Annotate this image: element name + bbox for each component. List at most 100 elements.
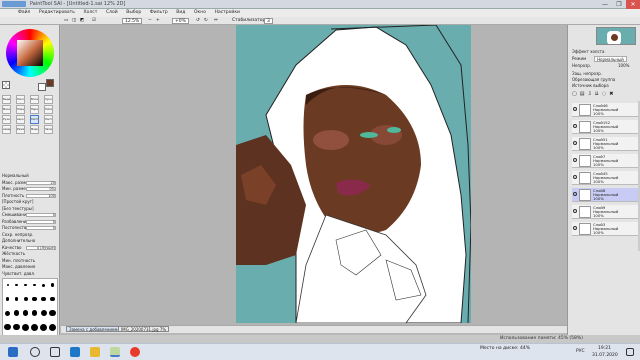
artwork[interactable] <box>236 25 471 323</box>
brush-prop-row[interactable]: Постоянство 0 <box>2 225 58 231</box>
brush-size-dot[interactable] <box>49 323 56 331</box>
minimize-button[interactable]: — <box>598 0 612 9</box>
brush-size-dot[interactable] <box>32 296 37 302</box>
stabilizer-field[interactable]: 3 <box>264 18 273 24</box>
task-view-icon[interactable] <box>50 347 60 357</box>
brush-prop-value[interactable]: 0 <box>26 213 56 217</box>
show-selection-checkbox[interactable]: ☑ <box>92 18 96 24</box>
selection-source-checkbox[interactable]: Источник выбора <box>572 83 609 89</box>
brush-prop-value[interactable]: 4 (Лучше) <box>26 245 56 250</box>
zoom-field[interactable]: 12.5% <box>122 18 143 24</box>
deselect-icon[interactable]: ◫ <box>72 18 76 24</box>
eye-icon[interactable] <box>573 158 577 162</box>
notifications-icon[interactable] <box>626 348 634 356</box>
menu-edit[interactable]: Редактировать <box>39 9 75 17</box>
primary-color-swatch[interactable] <box>46 79 54 87</box>
rotate-right-button[interactable]: ↻ <box>204 18 208 24</box>
opacity-value[interactable]: 100% <box>618 63 629 69</box>
tool-3[interactable]: Рука <box>44 95 53 104</box>
start-icon[interactable] <box>8 347 18 357</box>
brush-prop-value[interactable]: 0 <box>26 226 56 230</box>
brush-size-dot[interactable] <box>40 310 47 316</box>
tool-2[interactable]: Волш. <box>30 95 39 104</box>
eye-icon[interactable] <box>573 209 577 213</box>
tool-7[interactable]: Пипетка <box>44 105 53 114</box>
brush-size-dot[interactable] <box>24 283 27 287</box>
new-layer-icon[interactable]: ▢ <box>572 91 580 97</box>
brush-size-dot[interactable] <box>40 323 47 331</box>
menu-view[interactable]: Вид <box>176 9 185 17</box>
navigator-thumbnail[interactable] <box>596 27 636 45</box>
layer-item[interactable]: Слой51 Нормальный 100% <box>572 137 638 151</box>
brush-size-dot[interactable] <box>14 297 19 301</box>
tool-4[interactable]: Масшт. <box>2 105 11 114</box>
flip-button[interactable]: ⇔ <box>214 18 218 24</box>
brush-prop-row[interactable]: Жёсткость <box>2 251 58 257</box>
brush-prop-row[interactable]: Разбавление 0 <box>2 219 58 225</box>
saturation-value-square[interactable] <box>17 40 43 66</box>
eye-icon[interactable] <box>573 192 577 196</box>
layer-item[interactable]: Слой152 Нормальный 100% <box>572 120 638 134</box>
layer-item[interactable]: Слой9 Нормальный 100% <box>572 205 638 219</box>
eye-icon[interactable] <box>573 141 577 145</box>
maximize-button[interactable]: ❐ <box>612 0 626 9</box>
brush-size-dot[interactable] <box>50 283 55 287</box>
tool-5[interactable]: Повор. <box>16 105 25 114</box>
rotate-left-button[interactable]: ↺ <box>196 18 200 24</box>
brush-prop-row[interactable]: Нормальный <box>2 173 58 179</box>
clock-time[interactable]: 19:21 <box>598 345 611 352</box>
brush-size-dot[interactable] <box>50 296 55 302</box>
layer-item[interactable]: Слой7 Нормальный 100% <box>572 154 638 168</box>
canvas-tab-2[interactable]: IMG_20200731.jpg 7% <box>118 326 170 332</box>
brush-size-dot[interactable] <box>13 310 20 316</box>
brush-size-dot[interactable] <box>6 284 9 286</box>
brush-size-dot[interactable] <box>42 283 45 287</box>
tool-0[interactable]: Выдел. <box>2 95 11 104</box>
eye-icon[interactable] <box>573 124 577 128</box>
select-icon[interactable]: ▭ <box>64 18 68 24</box>
layer-item[interactable]: Слой45 Нормальный 100% <box>572 171 638 185</box>
tool-10[interactable]: Кисть <box>30 115 39 124</box>
rotation-field[interactable]: +0% <box>172 18 189 24</box>
close-button[interactable]: ✕ <box>626 0 640 9</box>
language-indicator[interactable]: РУС <box>576 348 585 355</box>
brush-prop-row[interactable]: Плотность 100 <box>2 193 58 199</box>
sai-icon[interactable] <box>110 347 120 357</box>
eye-icon[interactable] <box>573 107 577 111</box>
menu-layer[interactable]: Слой <box>106 9 118 17</box>
transparent-swatch[interactable] <box>2 81 10 89</box>
brush-size-dot[interactable] <box>23 297 28 301</box>
brush-size-dot[interactable] <box>22 323 29 331</box>
brush-prop-value[interactable]: 0% <box>26 187 56 191</box>
brush-prop-row[interactable]: [Простой круг] <box>2 199 58 205</box>
brush-size-dot[interactable] <box>31 310 38 316</box>
search-icon[interactable] <box>30 347 40 357</box>
trash-icon[interactable]: ✖ <box>609 91 616 97</box>
brush-prop-row[interactable]: Смешивание 0 <box>2 212 58 218</box>
brush-size-dot[interactable] <box>41 296 46 302</box>
tool-8[interactable]: Ручка <box>2 115 11 124</box>
tool-14[interactable]: Маркер <box>30 125 39 134</box>
menu-canvas[interactable]: Холст <box>84 9 98 17</box>
brush-size-dot[interactable] <box>5 297 10 301</box>
tool-9[interactable]: Аэро. <box>16 115 25 124</box>
brush-size-dot[interactable] <box>33 283 36 287</box>
brush-prop-row[interactable]: Макс. размер 20 <box>2 180 58 186</box>
brush-prop-value[interactable]: 100 <box>26 193 56 198</box>
brush-size-dot[interactable] <box>13 323 20 331</box>
tool-12[interactable]: Акварель <box>2 125 11 134</box>
zoom-out-button[interactable]: − <box>148 18 152 24</box>
menu-settings[interactable]: Настройки <box>215 9 240 17</box>
menu-select[interactable]: Выбор <box>126 9 141 17</box>
brush-prop-row[interactable]: Сохр. непрозр. <box>2 232 58 238</box>
brush-prop-row[interactable]: Дополнительно <box>2 238 58 244</box>
brush-size-dot[interactable] <box>49 309 56 317</box>
brush-prop-row[interactable]: Качество 4 (Лучше) <box>2 245 58 251</box>
brush-prop-value[interactable]: 0 <box>26 219 56 224</box>
clock-date[interactable]: 31.07.2020 <box>592 352 618 359</box>
secondary-color-swatch[interactable] <box>38 83 46 91</box>
brush-prop-row[interactable]: Чувствит. давл. <box>2 271 58 277</box>
layer-item[interactable]: Слой8 Нормальный 100% <box>572 188 638 202</box>
brush-prop-value[interactable]: 20 <box>26 180 56 185</box>
brush-prop-row[interactable]: Мин. размер 0% <box>2 186 58 192</box>
